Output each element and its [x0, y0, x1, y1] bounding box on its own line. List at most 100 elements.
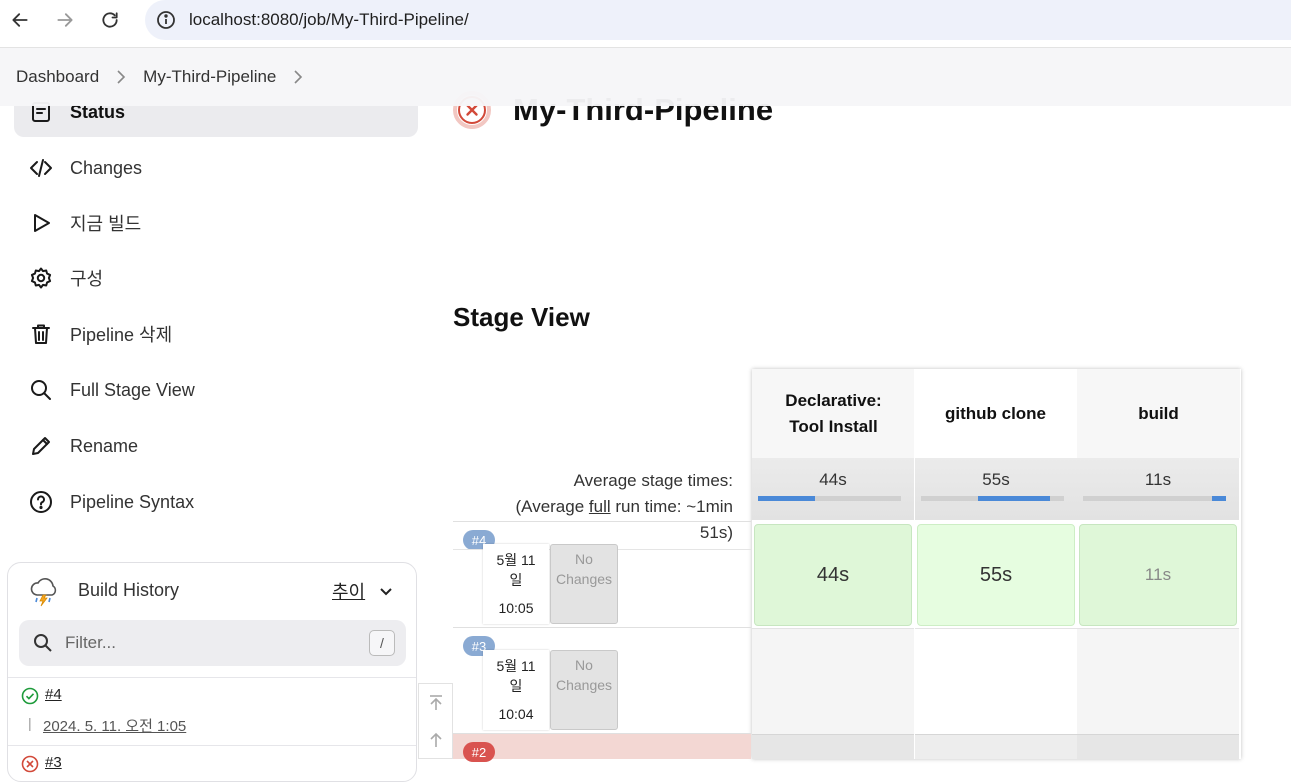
chevron-right-icon[interactable] — [288, 67, 308, 87]
stage-cell[interactable] — [752, 628, 914, 734]
stage-cell[interactable] — [1077, 734, 1239, 759]
build-history-row[interactable]: #4 | 2024. 5. 11. 오전 1:05 — [8, 677, 416, 745]
run-changes[interactable]: No Changes — [550, 544, 618, 624]
stage-cell[interactable]: 55s — [915, 522, 1077, 628]
stage-average-bar — [1083, 496, 1226, 501]
gear-icon — [28, 265, 54, 291]
stage-cell-duration[interactable]: 11s — [1079, 524, 1237, 626]
breadcrumb-dashboard[interactable]: Dashboard — [16, 67, 99, 87]
build-number-link[interactable]: #3 — [45, 754, 62, 771]
success-check-icon — [21, 687, 39, 705]
sidebar-item-rename[interactable]: Rename — [14, 421, 418, 471]
stage-average-value: 44s — [819, 470, 847, 489]
stage-cell[interactable]: 44s — [752, 522, 914, 628]
sidebar-item-label: 지금 빌드 — [70, 214, 142, 234]
sidebar-item-label: Pipeline 삭제 — [70, 325, 173, 345]
build-filter: / — [19, 620, 406, 666]
reload-button[interactable] — [98, 8, 122, 32]
filter-input[interactable] — [65, 629, 355, 657]
stage-view-heading: Stage View — [453, 302, 590, 332]
stage-view-table: Declarative: Tool Install github clone bu… — [752, 369, 1241, 759]
build-history-panel: Build History 추이 / #4 | 2024. 5. 11. 오전 … — [7, 562, 417, 782]
stage-header: build — [1077, 369, 1240, 458]
sidebar-item-pipeline-syntax[interactable]: Pipeline Syntax — [14, 477, 418, 527]
sidebar-item-label: Rename — [70, 435, 139, 456]
stage-cell[interactable] — [752, 734, 914, 759]
sidebar-item-changes[interactable]: Changes — [14, 143, 418, 193]
stage-name: build — [1138, 403, 1179, 423]
run-date-month: 5월 11 — [496, 658, 536, 674]
search-icon — [34, 634, 52, 652]
build-date-link[interactable]: 2024. 5. 11. 오전 1:05 — [43, 715, 186, 736]
stage-cell[interactable]: 11s — [1077, 522, 1239, 628]
sidebar-item-label: Pipeline Syntax — [70, 491, 195, 512]
run-changes[interactable]: No Changes — [550, 650, 618, 730]
stage-cell-duration[interactable]: 55s — [917, 524, 1075, 626]
stage-average-bar — [921, 496, 1064, 501]
scroll-controls — [418, 683, 453, 759]
trash-icon — [28, 321, 54, 347]
run-badge[interactable]: #2 — [463, 742, 495, 762]
full-run-link[interactable]: full — [589, 497, 611, 516]
play-icon — [28, 210, 54, 236]
run-date-month: 5월 11 — [496, 552, 536, 568]
search-icon — [28, 377, 54, 403]
stage-cell[interactable] — [1077, 628, 1239, 734]
address-bar[interactable]: localhost:8080/job/My-Third-Pipeline/ — [145, 0, 1291, 40]
build-history-title: Build History — [78, 580, 180, 600]
scroll-top-button[interactable] — [419, 684, 452, 721]
back-button[interactable] — [8, 8, 32, 32]
stage-name: Tool Install — [789, 416, 878, 436]
run-row: #3 5월 11 일 10:04 No Changes — [453, 627, 751, 733]
run-row: #2 — [453, 733, 751, 762]
run-time: 10:04 — [498, 706, 534, 722]
breadcrumb: Dashboard My-Third-Pipeline — [0, 48, 1291, 106]
arrow-left-icon — [12, 13, 28, 27]
url-text[interactable]: localhost:8080/job/My-Third-Pipeline/ — [189, 10, 469, 30]
avg-prefix: (Average — [515, 497, 589, 516]
run-time: 10:05 — [498, 600, 534, 616]
stage-average-value: 11s — [1144, 470, 1172, 489]
code-icon — [28, 155, 54, 181]
info-icon[interactable] — [156, 10, 176, 30]
avg-line-1: Average stage times: — [573, 471, 733, 490]
avg-suffix: run time: ~1min — [610, 497, 733, 516]
breadcrumb-job[interactable]: My-Third-Pipeline — [143, 67, 276, 87]
stage-average: 44s — [752, 458, 914, 520]
stage-average: 11s — [1077, 458, 1239, 520]
chevron-down-icon[interactable] — [378, 583, 394, 599]
sidebar-item-label: 구성 — [70, 269, 104, 289]
trend-link[interactable]: 추이 — [332, 578, 365, 604]
sidebar-item-configure[interactable]: 구성 — [14, 253, 418, 303]
stage-name: github clone — [944, 403, 1047, 423]
sidebar-item-label: Full Stage View — [70, 379, 195, 400]
run-date: 5월 11 일 10:04 — [483, 650, 549, 730]
run-date: 5월 11 일 10:05 — [483, 544, 549, 624]
pencil-icon — [28, 433, 54, 459]
sidebar-item-build-now[interactable]: 지금 빌드 — [14, 198, 418, 248]
run-row: #4 5월 11 일 10:05 No Changes — [453, 521, 751, 627]
build-history-row[interactable]: #3 — [8, 745, 416, 781]
stage-cell-duration[interactable]: 44s — [754, 524, 912, 626]
run-date-day: 일 — [509, 678, 523, 694]
reload-icon — [102, 12, 118, 28]
forward-button[interactable] — [53, 8, 77, 32]
sidebar-item-label: Changes — [70, 157, 143, 178]
build-number-link[interactable]: #4 — [45, 686, 62, 703]
stage-average-bar-fill — [978, 496, 1050, 501]
scroll-up-button[interactable] — [419, 721, 452, 758]
stage-header: github clone — [914, 369, 1077, 458]
stage-name: Declarative: — [785, 390, 882, 410]
sidebar-item-full-stage-view[interactable]: Full Stage View — [14, 365, 418, 415]
arrow-up-icon — [429, 732, 442, 747]
stage-average-bar-fill — [1212, 496, 1226, 501]
sidebar-item-delete-pipeline[interactable]: Pipeline 삭제 — [14, 309, 418, 359]
stage-cell[interactable] — [915, 628, 1077, 734]
arrow-right-icon — [57, 13, 73, 27]
stage-average-bar-fill — [758, 496, 815, 501]
stage-cell[interactable] — [915, 734, 1077, 759]
scroll-top-icon — [429, 694, 442, 710]
stage-average: 55s — [915, 458, 1077, 520]
stage-average-bar — [758, 496, 901, 501]
avg-line-2: (Average full run time: ~1min — [460, 494, 734, 520]
